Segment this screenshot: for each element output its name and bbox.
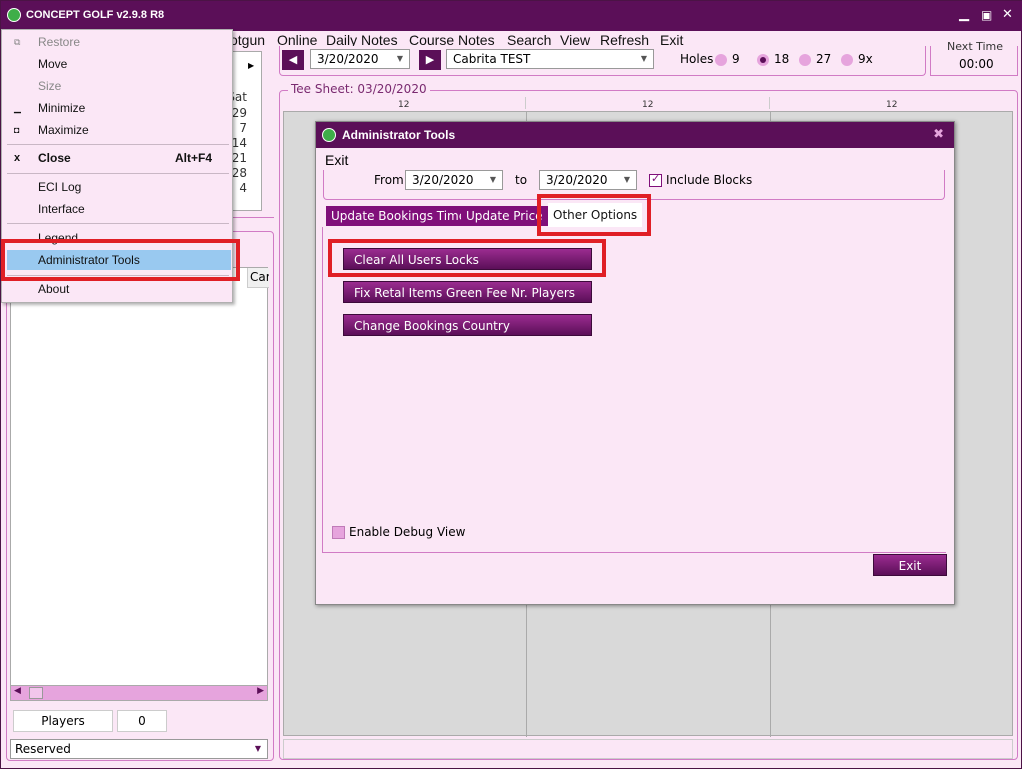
divider [525, 97, 526, 109]
players-count: 0 [117, 710, 167, 732]
tee-footer [283, 739, 1013, 759]
cal-day[interactable]: 21 [232, 151, 247, 165]
checkmark-icon: ✓ [651, 172, 661, 185]
close-shortcut: Alt+F4 [174, 151, 212, 165]
enable-debug-view-label: Enable Debug View [349, 525, 466, 539]
restore-icon: ⧉ [14, 37, 21, 47]
next-time-label: Next Time [947, 40, 1004, 53]
highlight-box [1, 239, 240, 281]
chevron-down-icon: ▼ [623, 175, 630, 184]
from-date-select[interactable]: 3/20/2020 ▼ [405, 170, 503, 190]
menu-separator [7, 144, 229, 145]
holes-9-label: 9 [732, 52, 740, 66]
prev-date-icon[interactable]: ◀ [282, 50, 304, 70]
divider [322, 552, 946, 553]
to-label: to [515, 173, 528, 187]
to-date-select[interactable]: 3/20/2020 ▼ [539, 170, 637, 190]
divider [769, 97, 770, 109]
menu-separator [7, 223, 229, 224]
minimize-icon: ▁ [14, 103, 21, 113]
holes-18-label: 18 [774, 52, 790, 66]
from-label: From [374, 173, 404, 187]
app-logo-icon [322, 128, 336, 142]
maximize-icon: ◘ [14, 125, 20, 135]
chevron-down-icon: ▼ [396, 54, 403, 63]
menu-item-eci-log[interactable]: ECI Log [2, 177, 232, 197]
menu-item-size[interactable]: Size [2, 76, 232, 96]
minimize-icon[interactable]: ▁ [959, 7, 969, 22]
booking-toolbar: ◀ 3/20/2020 ▼ ▶ Cabrita TEST ▼ Holes 9 18 … [279, 46, 926, 76]
menu-item-close[interactable]: x Close Alt+F4 [2, 148, 232, 168]
holes-27-label: 27 [816, 52, 832, 66]
menu-separator [7, 173, 229, 174]
booking-list[interactable]: Car [10, 267, 269, 701]
cal-day[interactable]: 7 [239, 121, 247, 135]
highlight-box [537, 194, 651, 236]
holes-27-radio[interactable] [799, 54, 811, 66]
next-time-value: 00:00 [959, 57, 994, 71]
cal-day[interactable]: 4 [239, 181, 247, 195]
window-title: CONCEPT GOLF v2.9.8 R8 [26, 9, 165, 21]
list-column-header[interactable]: Car [247, 268, 269, 288]
tee-sheet-label: Tee Sheet: 03/20/2020 [288, 82, 430, 96]
scroll-right-icon[interactable]: ▶ [257, 686, 264, 696]
chevron-down-icon: ▼ [254, 744, 261, 753]
enable-debug-view-checkbox[interactable] [332, 526, 345, 539]
status-select[interactable]: Reserved ▼ [10, 739, 268, 759]
players-label: Players [13, 710, 113, 732]
tab-update-price[interactable]: Update Price [461, 206, 548, 226]
menu-item-maximize[interactable]: ◘ Maximize [2, 120, 232, 140]
menu-item-move[interactable]: Move [2, 54, 232, 74]
horizontal-scrollbar[interactable]: ◀ ▶ [10, 685, 268, 701]
change-bookings-country-button[interactable]: Change Bookings Country [343, 314, 592, 336]
menu-item-minimize[interactable]: ▁ Minimize [2, 98, 232, 118]
menu-item-restore[interactable]: ⧉ Restore [2, 32, 232, 52]
submenu-arrow-icon: ▶ [248, 61, 255, 70]
date-select[interactable]: 3/20/2020 ▼ [310, 49, 410, 69]
divider [322, 227, 323, 552]
holes-label: Holes [680, 52, 714, 66]
next-date-icon[interactable]: ▶ [419, 50, 441, 70]
app-logo-icon [7, 8, 21, 22]
include-blocks-checkbox[interactable]: ✓ [649, 172, 662, 187]
holes-18-radio[interactable] [757, 54, 769, 66]
title-bar[interactable]: CONCEPT GOLF v2.9.8 R8 ▁ ▣ ✕ [1, 1, 1022, 31]
next-time-box: Next Time 00:00 [930, 40, 1018, 76]
menu-item-about[interactable]: About [2, 279, 232, 299]
tee-column-header: 12 [886, 100, 898, 110]
highlight-box [328, 239, 606, 277]
mini-calendar: Sat 29 7 14 21 28 4 [227, 51, 262, 211]
dialog-menu-exit[interactable]: Exit [325, 152, 348, 168]
course-select[interactable]: Cabrita TEST ▼ [446, 49, 654, 69]
dialog-title: Administrator Tools [342, 128, 456, 142]
fix-retal-items-button[interactable]: Fix Retal Items Green Fee Nr. Players [343, 281, 592, 303]
scroll-left-icon[interactable]: ◀ [14, 686, 21, 696]
close-icon: x [14, 152, 21, 164]
maximize-icon[interactable]: ▣ [981, 8, 992, 22]
include-blocks-label: Include Blocks [666, 173, 753, 187]
dialog-close-icon[interactable]: ✖ [933, 127, 944, 142]
close-icon[interactable]: ✕ [1002, 7, 1013, 22]
cal-day[interactable]: 28 [232, 166, 247, 180]
cal-day[interactable]: 14 [232, 136, 247, 150]
tee-column-header: 12 [398, 100, 410, 110]
tab-update-bookings-time[interactable]: Update Bookings Time [326, 206, 472, 226]
exit-button[interactable]: Exit [873, 554, 947, 576]
cal-day[interactable]: 29 [232, 106, 247, 120]
scroll-thumb[interactable] [29, 687, 43, 699]
holes-9-radio[interactable] [715, 54, 727, 66]
holes-9x-label: 9x [858, 52, 873, 66]
holes-9x-radio[interactable] [841, 54, 853, 66]
menu-item-interface[interactable]: Interface [2, 199, 232, 219]
menu-shotgun[interactable]: otgun [230, 32, 265, 48]
chevron-down-icon: ▼ [489, 175, 496, 184]
chevron-down-icon: ▼ [640, 54, 647, 63]
tee-column-header: 12 [642, 100, 654, 110]
app-window: CONCEPT GOLF v2.9.8 R8 ▁ ▣ ✕ otgun Onlin… [0, 0, 1022, 769]
dialog-title-bar[interactable]: Administrator Tools ✖ [316, 122, 954, 148]
